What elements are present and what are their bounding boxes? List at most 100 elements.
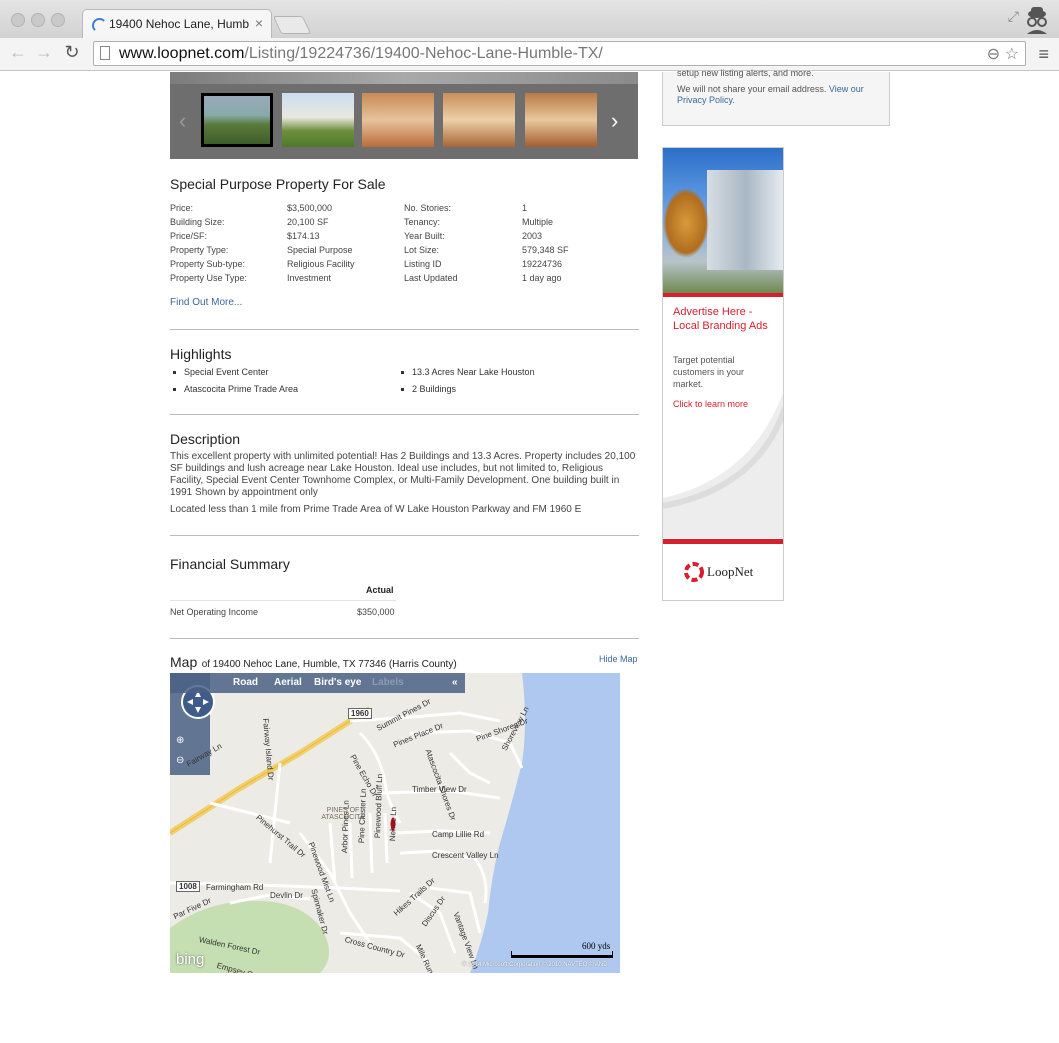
close-window-button[interactable] — [11, 13, 25, 27]
highlights-title: Highlights — [170, 346, 232, 362]
gallery-thumbnail[interactable] — [443, 93, 515, 147]
map-street-label: Pine Cluster Ln — [357, 788, 368, 844]
zoom-icon[interactable]: ⊖ — [987, 46, 1000, 63]
map-subtitle: of 19400 Nehoc Lane, Humble, TX 77346 (H… — [201, 659, 457, 670]
privacy-note: We will not share your email address. Vi… — [677, 84, 864, 105]
fact-label: Property Use Type: — [170, 273, 247, 283]
find-out-more-link[interactable]: Find Out More... — [170, 297, 242, 308]
loading-icon — [92, 18, 107, 33]
zoom-window-button[interactable] — [51, 13, 65, 27]
fact-label: Building Size: — [170, 217, 225, 227]
map-heading: Map of 19400 Nehoc Lane, Humble, TX 7734… — [170, 654, 457, 672]
fact-value: Religious Facility — [287, 259, 355, 269]
address-bar[interactable]: www.loopnet.com/Listing/19224736/19400-N… — [93, 41, 1026, 66]
reload-icon[interactable]: ↻ — [62, 42, 82, 63]
fact-value: Multiple — [522, 217, 554, 227]
ad-headline: Advertise Here - Local Branding Ads — [673, 306, 768, 332]
financial-title: Financial Summary — [170, 556, 290, 572]
map-street-label: Camp Lillie Rd — [432, 830, 485, 839]
gallery-prev-button[interactable]: ‹ — [179, 108, 186, 134]
gallery-thumbnail[interactable] — [525, 93, 597, 147]
map-collapse-button[interactable]: « — [452, 677, 458, 688]
financial-column-header: Actual — [366, 585, 394, 595]
fact-label: No. Stories: — [404, 203, 452, 213]
map-street-label: Arbor Pines Ln — [340, 800, 351, 854]
advertisement-banner[interactable]: Advertise Here - Local Branding Ads Targ… — [662, 147, 784, 601]
map-street-label: Devlin Dr — [270, 891, 303, 900]
list-item: Special Event Center — [170, 367, 269, 377]
ad-logo-text: LoopNet — [707, 564, 754, 579]
map-street-label: Nehoc Ln — [388, 806, 399, 842]
map-mode-labels[interactable]: Labels — [372, 677, 404, 688]
fullscreen-icon[interactable]: ⤢ — [1008, 8, 1019, 25]
fact-value: $174.13 — [287, 231, 320, 241]
fact-label: Price/SF: — [170, 231, 208, 241]
fact-value: 19224736 — [522, 259, 563, 269]
fact-value: Special Purpose — [287, 245, 353, 255]
back-icon[interactable]: ← — [8, 42, 28, 63]
map-copyright: © 2014 Microsoft Corporation © 2010 NAVT… — [462, 962, 608, 968]
tab-close-icon[interactable]: × — [255, 15, 263, 31]
divider — [170, 535, 639, 536]
gallery-thumbnail[interactable] — [282, 93, 354, 147]
map-scale-label: 600 yds — [582, 941, 611, 951]
description-title: Description — [170, 431, 241, 447]
browser-tab-bar: 19400 Nehoc Lane, Humbl × ⤢ — [0, 0, 1059, 38]
list-item: 2 Buildings — [398, 384, 456, 394]
map-mode-aerial[interactable]: Aerial — [274, 677, 302, 688]
fact-value: 579,348 SF — [522, 245, 569, 255]
map-street-label: 1008 — [176, 881, 200, 892]
fact-label: Listing ID — [404, 259, 442, 269]
map-view[interactable]: ⊕ ⊖ Road Aerial Bird's eye Labels « 1960… — [170, 673, 620, 973]
browser-tab[interactable]: 19400 Nehoc Lane, Humbl × — [82, 9, 272, 38]
description-text: This excellent property with unlimited p… — [170, 451, 636, 498]
divider — [170, 638, 639, 639]
fact-label: Property Type: — [170, 245, 229, 255]
map-mode-birds-eye[interactable]: Bird's eye — [314, 677, 361, 688]
fact-label: Price: — [170, 203, 194, 213]
ad-building-image — [663, 148, 783, 293]
bing-logo: bing — [176, 951, 205, 968]
map-mode-road[interactable]: Road — [233, 677, 258, 688]
list-item: 13.3 Acres Near Lake Houston — [398, 367, 535, 377]
loopnet-logo-icon — [684, 562, 704, 582]
page-icon — [100, 46, 110, 60]
forward-icon[interactable]: → — [34, 42, 54, 63]
fact-label: Lot Size: — [404, 245, 440, 255]
alerts-text: setup new listing alerts, and more. — [677, 68, 814, 78]
fact-label: Tenancy: — [404, 217, 441, 227]
minimize-window-button[interactable] — [31, 13, 45, 27]
ad-swoosh — [663, 393, 783, 538]
new-tab-button[interactable] — [272, 16, 312, 34]
alerts-signup-box: setup new listing alerts, and more. We w… — [662, 68, 890, 126]
divider — [170, 600, 396, 601]
ad-body: Target potential customers in your marke… — [673, 355, 745, 389]
list-item: Atascocita Prime Trade Area — [170, 384, 298, 394]
tab-title: 19400 Nehoc Lane, Humbl — [109, 17, 249, 31]
noi-label: Net Operating Income — [170, 607, 259, 617]
fact-value: 2003 — [522, 231, 543, 241]
gallery-next-button[interactable]: › — [611, 108, 618, 134]
gallery-thumbnail[interactable] — [362, 93, 434, 147]
zoom-out-icon[interactable]: ⊖ — [176, 755, 184, 766]
map-street-label: Crescent Valley Ln — [432, 851, 499, 860]
zoom-in-icon[interactable]: ⊕ — [176, 735, 184, 746]
incognito-icon — [1027, 7, 1047, 34]
divider — [170, 414, 639, 415]
map-street-label: Farmingham Rd — [206, 883, 264, 892]
map-title: Map — [170, 654, 198, 670]
description-location: Located less than 1 mile from Prime Trad… — [170, 504, 582, 515]
property-title: Special Purpose Property For Sale — [170, 176, 386, 192]
noi-value: $350,000 — [357, 607, 395, 617]
divider — [170, 329, 639, 330]
bookmark-star-icon[interactable]: ☆ — [1005, 46, 1019, 63]
url-text[interactable]: www.loopnet.com/Listing/19224736/19400-N… — [119, 45, 603, 63]
fact-value: 1 day ago — [522, 273, 562, 283]
hide-map-link[interactable]: Hide Map — [599, 654, 638, 664]
fact-label: Year Built: — [404, 231, 445, 241]
gallery-thumbnail[interactable] — [201, 93, 273, 147]
fact-label: Last Updated — [404, 273, 458, 283]
chrome-menu-icon[interactable]: ≡ — [1038, 44, 1049, 65]
fact-value: 1 — [522, 203, 528, 213]
fact-value: Investment — [287, 273, 332, 283]
